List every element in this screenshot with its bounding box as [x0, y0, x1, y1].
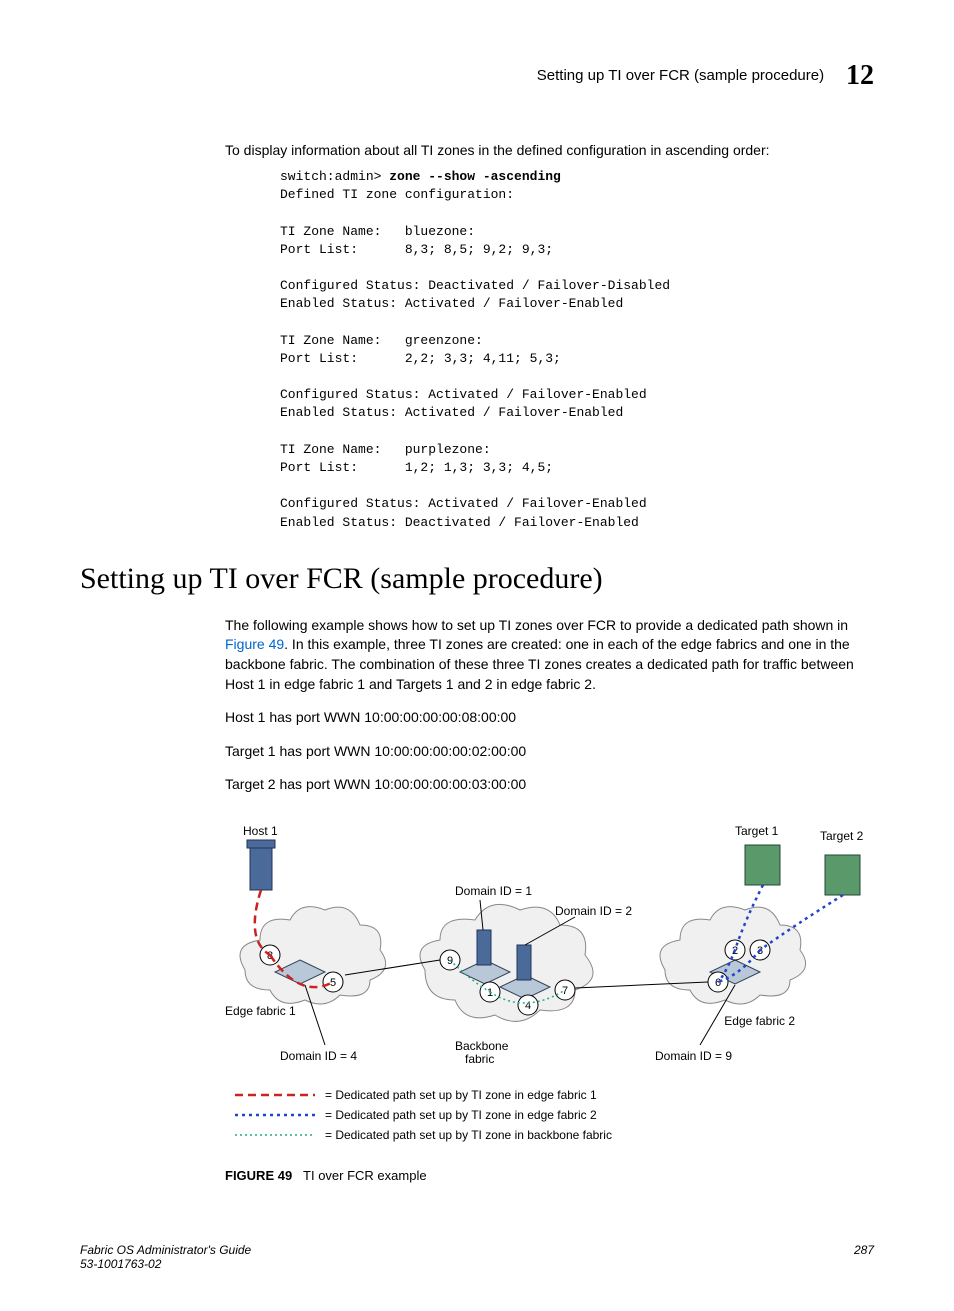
wwn-target2: Target 2 has port WWN 10:00:00:00:00:03:…: [225, 775, 874, 795]
footer-docid: 53-1001763-02: [80, 1257, 251, 1271]
chapter-number: 12: [846, 60, 874, 91]
section-heading: Setting up TI over FCR (sample procedure…: [80, 562, 874, 596]
svg-text:= Dedicated path set up by TI: = Dedicated path set up by TI zone in ed…: [325, 1088, 597, 1102]
page-number: 287: [854, 1243, 874, 1271]
svg-text:Domain ID = 9: Domain ID = 9: [655, 1049, 732, 1063]
svg-text:= Dedicated path set up by TI: = Dedicated path set up by TI zone in ba…: [325, 1128, 612, 1142]
wwn-host1: Host 1 has port WWN 10:00:00:00:00:08:00…: [225, 708, 874, 728]
svg-text:Domain ID = 1: Domain ID = 1: [455, 884, 532, 898]
svg-text:Host 1: Host 1: [243, 824, 278, 838]
page-footer: Fabric OS Administrator's Guide 53-10017…: [80, 1243, 874, 1271]
svg-text:Target 1: Target 1: [735, 824, 779, 838]
svg-text:Domain ID = 4: Domain ID = 4: [280, 1049, 357, 1063]
figure-text: TI over FCR example: [303, 1168, 427, 1183]
header-title: Setting up TI over FCR (sample procedure…: [537, 67, 824, 84]
footer-guide: Fabric OS Administrator's Guide: [80, 1243, 251, 1257]
svg-text:Edge fabric 1: Edge fabric 1: [225, 1004, 296, 1018]
paragraph-1: The following example shows how to set u…: [225, 616, 874, 694]
svg-text:Edge fabric 2: Edge fabric 2: [724, 1014, 795, 1028]
cli-prompt: switch:admin>: [280, 169, 389, 184]
svg-text:5: 5: [330, 977, 336, 989]
figure-label: FIGURE 49: [225, 1168, 292, 1183]
wwn-target1: Target 1 has port WWN 10:00:00:00:00:02:…: [225, 742, 874, 762]
svg-text:4: 4: [525, 1000, 531, 1012]
svg-text:Target 2: Target 2: [820, 829, 864, 843]
svg-text:7: 7: [562, 985, 568, 997]
figure-xref[interactable]: Figure 49: [225, 636, 284, 652]
svg-text:Domain ID = 2: Domain ID = 2: [555, 904, 632, 918]
cli-command: zone --show -ascending: [389, 169, 561, 184]
svg-text:Backbone: Backbone: [455, 1039, 509, 1053]
figure-diagram: 8 5 9 1 4 7 6 2 3 Host 1 Target 1 Target…: [225, 810, 874, 1160]
intro-text: To display information about all TI zone…: [225, 142, 874, 158]
page-header: Setting up TI over FCR (sample procedure…: [80, 60, 874, 92]
cli-output: switch:admin> zone --show -ascending Def…: [280, 168, 874, 532]
svg-text:6: 6: [715, 977, 721, 989]
cli-result: Defined TI zone configuration: TI Zone N…: [280, 187, 670, 529]
figure-caption: FIGURE 49 TI over FCR example: [225, 1168, 874, 1183]
svg-text:= Dedicated path set up by TI: = Dedicated path set up by TI zone in ed…: [325, 1108, 597, 1122]
svg-text:1: 1: [487, 987, 493, 999]
svg-text:fabric: fabric: [465, 1052, 494, 1066]
